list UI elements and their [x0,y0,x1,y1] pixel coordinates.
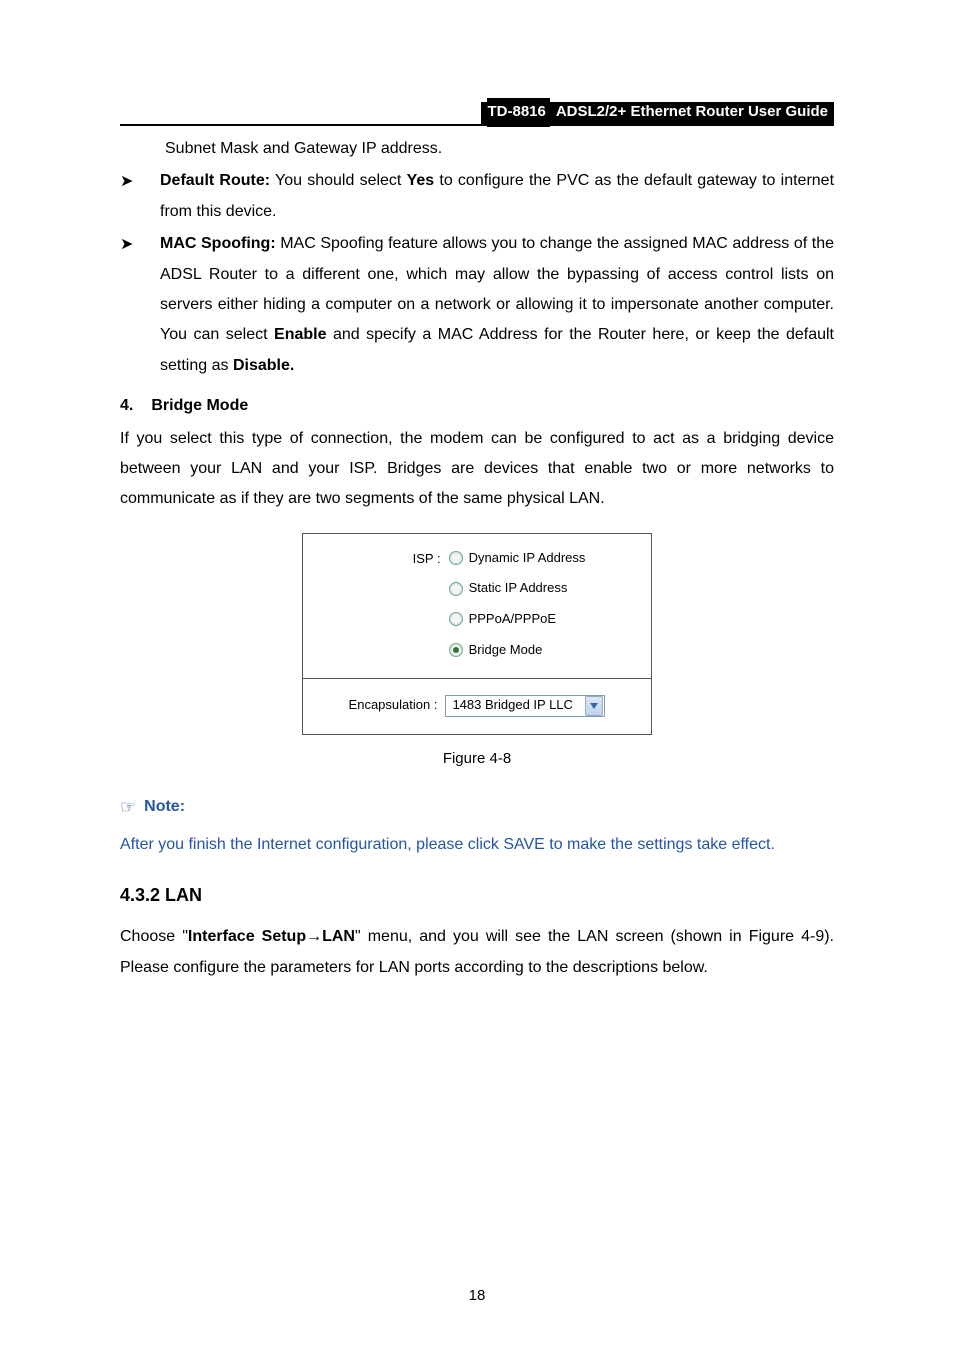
lan-para-bold: LAN [322,928,355,945]
radio-label: Dynamic IP Address [469,546,586,571]
bullet-body: MAC Spoofing: MAC Spoofing feature allow… [160,229,834,381]
radio-icon [449,612,463,626]
section-heading-lan: 4.3.2 LAN [120,878,834,912]
list-item: ➤ Default Route: You should select Yes t… [120,166,834,227]
lan-paragraph: Choose "Interface Setup→LAN" menu, and y… [120,922,834,983]
isp-label: ISP : [369,546,449,572]
lan-para-part: Choose " [120,928,188,945]
bullet-body: Default Route: You should select Yes to … [160,166,834,227]
radio-icon [449,582,463,596]
encapsulation-value: 1483 Bridged IP LLC [446,693,584,718]
note-label: Note: [144,792,185,822]
figure-caption: Figure 4-8 [443,745,511,774]
radio-option-dynamic-ip[interactable]: Dynamic IP Address [449,546,586,571]
bullet-arrow-icon: ➤ [120,166,138,227]
note-row: ☞ Note: [120,790,834,824]
lan-para-arrow: → [306,928,322,945]
bullet-strong: Default Route: [160,172,270,189]
header-title-block: TD-8816 ADSL2/2+ Ethernet Router User Gu… [481,102,834,124]
chevron-down-icon [585,696,603,716]
section-title: Bridge Mode [151,391,248,421]
figure-bottom-panel: Encapsulation : 1483 Bridged IP LLC [303,679,651,734]
header-subtitle: ADSL2/2+ Ethernet Router User Guide [556,98,828,127]
radio-label: PPPoA/PPPoE [469,607,556,632]
encapsulation-select[interactable]: 1483 Bridged IP LLC [445,695,605,717]
pointing-hand-icon: ☞ [120,790,136,824]
figure-top-panel: ISP : Dynamic IP Address Static IP Addre… [303,534,651,680]
radio-label: Static IP Address [469,576,568,601]
figure-box: ISP : Dynamic IP Address Static IP Addre… [302,533,652,735]
bridge-paragraph: If you select this type of connection, t… [120,424,834,515]
radio-option-pppoa-pppoe[interactable]: PPPoA/PPPoE [449,607,586,632]
lan-para-bold: Interface Setup [188,928,306,945]
section-num: 4. [120,391,133,421]
radio-label: Bridge Mode [469,638,543,663]
bullet-text: MAC Spoofing feature allows you to chang… [160,235,834,374]
figure-4-8: ISP : Dynamic IP Address Static IP Addre… [120,533,834,774]
radio-option-bridge-mode[interactable]: Bridge Mode [449,638,586,663]
continuation-line: Subnet Mask and Gateway IP address. [120,134,834,164]
isp-radio-group: Dynamic IP Address Static IP Address PPP… [449,546,586,663]
header-model: TD-8816 [487,98,549,127]
radio-icon [449,643,463,657]
note-body: After you finish the Internet configurat… [120,830,834,860]
encapsulation-label: Encapsulation : [349,693,438,718]
section-heading-bridge: 4. Bridge Mode [120,391,834,421]
radio-option-static-ip[interactable]: Static IP Address [449,576,586,601]
radio-icon [449,551,463,565]
bullet-strong: MAC Spoofing: [160,235,276,252]
bullet-arrow-icon: ➤ [120,229,138,381]
page-number: 18 [0,1282,954,1311]
doc-header: TD-8816 ADSL2/2+ Ethernet Router User Gu… [120,100,834,124]
list-item: ➤ MAC Spoofing: MAC Spoofing feature all… [120,229,834,381]
